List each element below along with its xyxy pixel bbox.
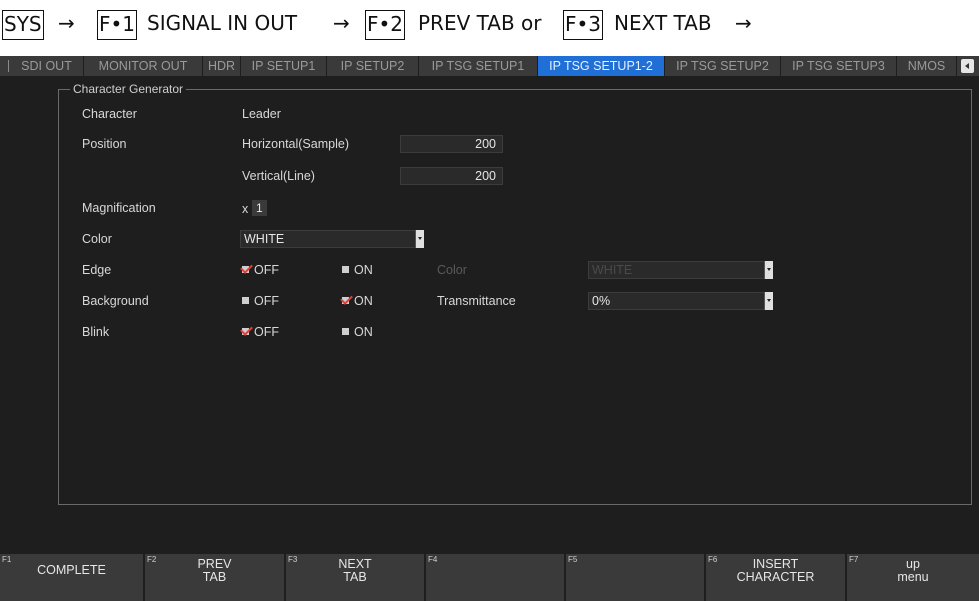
f2-key-box: F•2 (365, 10, 406, 40)
function-key-bar: F1 COMPLETE F2 PREV TAB F3 NEXT TAB F4 F… (0, 554, 979, 601)
edge-color-value: WHITE (592, 263, 633, 277)
tab-ip-tsg-setup1-2[interactable]: IP TSG SETUP1-2 (538, 56, 665, 76)
sys-key-box: SYS (2, 10, 44, 40)
fkey-label: COMPLETE (37, 563, 106, 577)
blink-on-label: ON (354, 325, 373, 339)
f2-label: PREV TAB or (418, 11, 542, 35)
color-select[interactable]: WHITE (240, 230, 424, 248)
device-screen: SDI OUT MONITOR OUT HDR IP SETUP1 IP SET… (0, 56, 979, 601)
magnification-input[interactable]: 1 (252, 200, 267, 216)
unchecked-icon (242, 297, 249, 304)
chevron-down-icon[interactable] (764, 261, 773, 279)
edge-color-label: Color (437, 263, 467, 277)
blink-off-option[interactable]: OFF (242, 324, 279, 340)
unchecked-icon (342, 266, 349, 273)
blink-label: Blink (82, 325, 110, 339)
f1-complete-button[interactable]: F1 COMPLETE (0, 554, 145, 601)
vertical-label: Vertical(Line) (242, 169, 315, 183)
f3-key-box: F•3 (563, 10, 604, 40)
checked-icon (242, 328, 249, 335)
transmittance-label: Transmittance (437, 294, 516, 308)
fkey-label: CHARACTER (736, 570, 815, 584)
fkey-label: TAB (202, 570, 227, 584)
color-label: Color (82, 232, 112, 246)
horizontal-label: Horizontal(Sample) (242, 137, 349, 151)
f6-insert-character-button[interactable]: F6 INSERT CHARACTER (706, 554, 847, 601)
tab-ip-setup2[interactable]: IP SETUP2 (327, 56, 419, 76)
position-label: Position (82, 137, 127, 151)
background-on-option[interactable]: ON (342, 293, 373, 309)
edge-on-option[interactable]: ON (342, 262, 373, 278)
background-label: Background (82, 294, 149, 308)
fkey-label: menu (897, 570, 929, 584)
arrow-icon: → (58, 11, 75, 35)
frame-title: Character Generator (70, 82, 187, 96)
tab-scroll-left-icon[interactable] (961, 59, 974, 73)
tab-sdi-out[interactable]: SDI OUT (10, 56, 84, 76)
background-off-option[interactable]: OFF (242, 293, 279, 309)
f5-button[interactable]: F5 (566, 554, 706, 601)
magnification-label: Magnification (82, 201, 156, 215)
chevron-down-icon[interactable] (764, 292, 773, 310)
edge-color-select[interactable]: WHITE (588, 261, 773, 279)
fkey-number: F4 (428, 555, 438, 564)
blink-off-label: OFF (254, 325, 279, 339)
vertical-input[interactable]: 200 (400, 167, 503, 185)
unchecked-icon (342, 328, 349, 335)
checked-icon (242, 266, 249, 273)
tab-ip-tsg-setup3[interactable]: IP TSG SETUP3 (781, 56, 897, 76)
character-value[interactable]: Leader (242, 106, 281, 122)
tab-ip-tsg-setup2[interactable]: IP TSG SETUP2 (665, 56, 781, 76)
arrow-icon: → (333, 11, 350, 35)
transmittance-select[interactable]: 0% (588, 292, 773, 310)
f3-next-tab-button[interactable]: F3 NEXT TAB (286, 554, 426, 601)
f3-label: NEXT TAB (614, 11, 712, 35)
edge-on-label: ON (354, 263, 373, 277)
fkey-number: F5 (568, 555, 578, 564)
chevron-down-icon[interactable] (415, 230, 424, 248)
f2-prev-tab-button[interactable]: F2 PREV TAB (145, 554, 286, 601)
character-label: Character (82, 107, 137, 121)
f7-up-menu-button[interactable]: F7 up menu (847, 554, 979, 601)
tab-nmos[interactable]: NMOS (897, 56, 957, 76)
tab-monitor-out[interactable]: MONITOR OUT (84, 56, 203, 76)
edge-label: Edge (82, 263, 112, 277)
fkey-label: TAB (343, 570, 367, 584)
background-on-label: ON (354, 294, 373, 308)
background-off-label: OFF (254, 294, 279, 308)
arrow-icon: → (735, 11, 752, 35)
tab-divider (8, 60, 9, 72)
f1-label: SIGNAL IN OUT (147, 11, 298, 35)
edge-off-option[interactable]: OFF (242, 262, 279, 278)
f4-button[interactable]: F4 (426, 554, 566, 601)
checked-icon (342, 297, 349, 304)
instruction-bar: SYS → F•1 SIGNAL IN OUT → F•2 PREV TAB o… (0, 0, 979, 52)
magnification-prefix: x (242, 202, 249, 216)
tab-ip-setup1[interactable]: IP SETUP1 (241, 56, 327, 76)
tab-ip-tsg-setup1[interactable]: IP TSG SETUP1 (419, 56, 538, 76)
color-select-value: WHITE (244, 232, 285, 246)
tab-hdr[interactable]: HDR (203, 56, 241, 76)
blink-on-option[interactable]: ON (342, 324, 373, 340)
transmittance-value: 0% (592, 294, 611, 308)
f1-key-box: F•1 (97, 10, 138, 40)
edge-off-label: OFF (254, 263, 279, 277)
horizontal-input[interactable]: 200 (400, 135, 503, 153)
fkey-number: F1 (2, 555, 12, 564)
tab-bar: SDI OUT MONITOR OUT HDR IP SETUP1 IP SET… (0, 56, 979, 76)
